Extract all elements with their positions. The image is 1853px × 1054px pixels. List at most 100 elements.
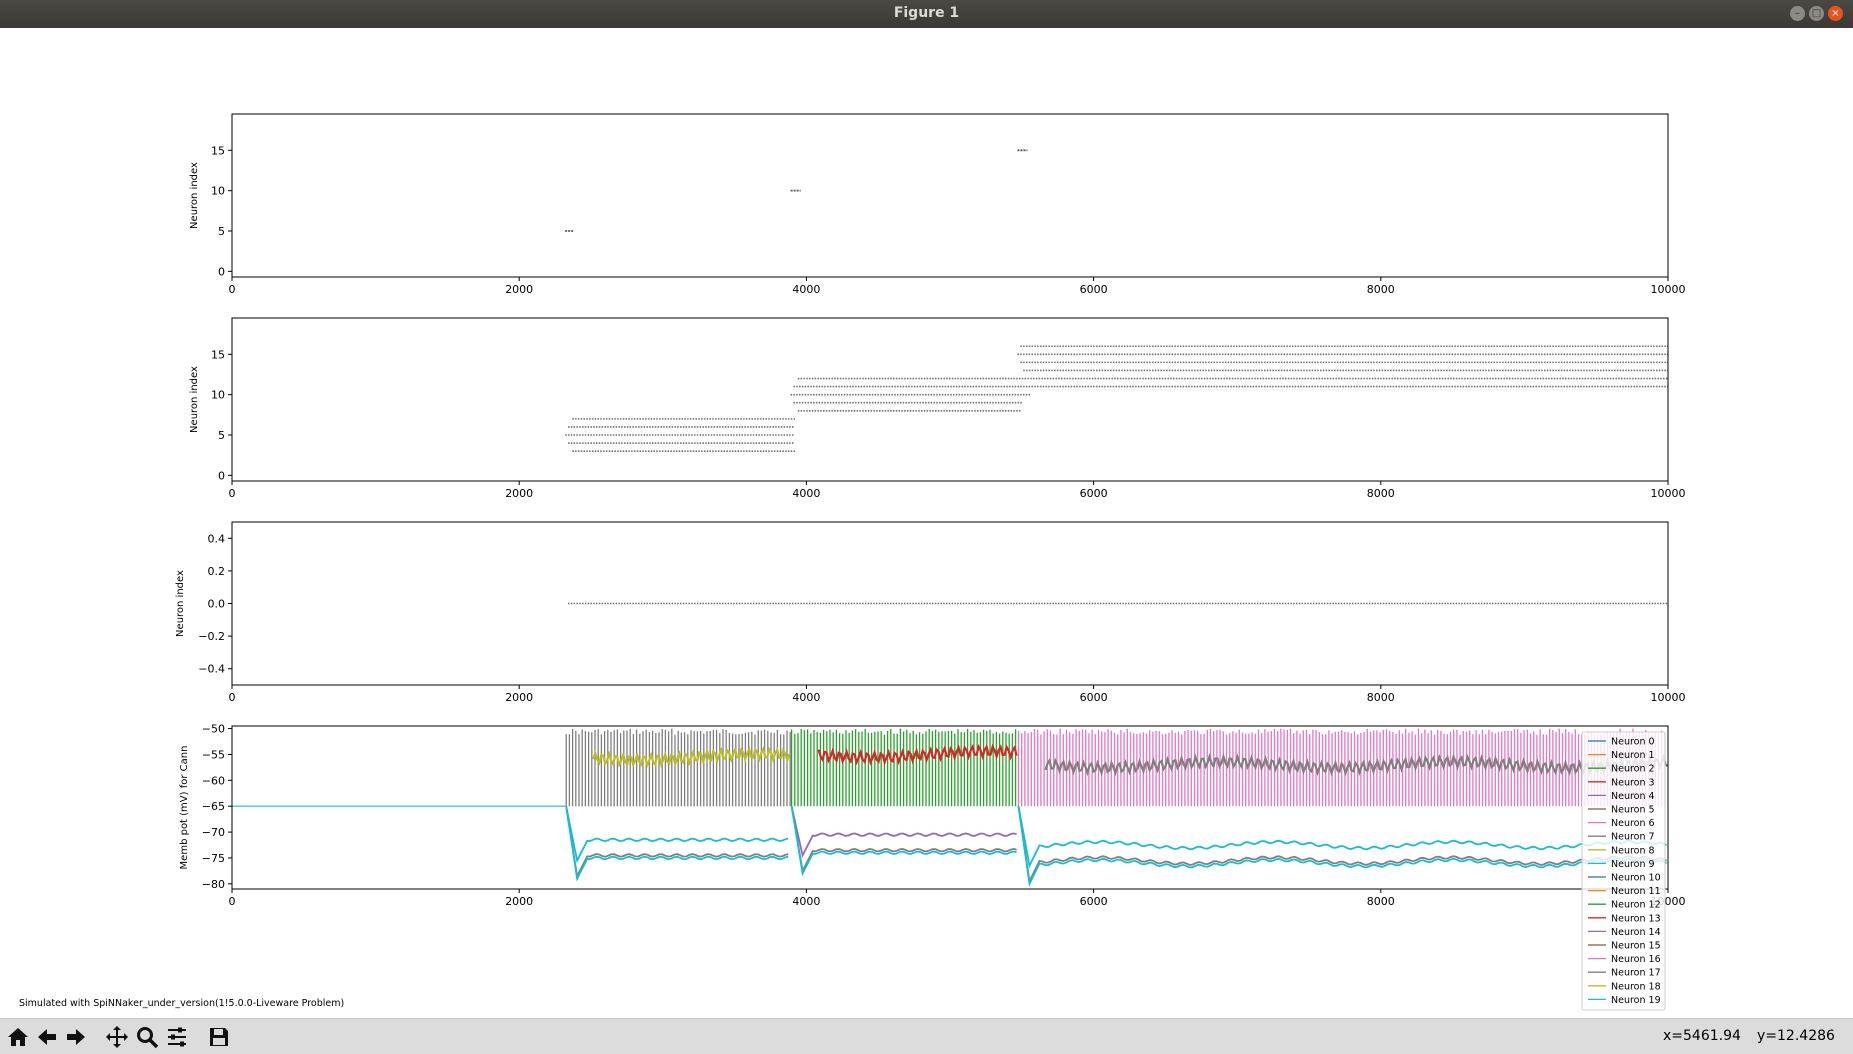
x-tick-label: 0	[229, 487, 236, 500]
spiking-traces-phase-3	[1017, 728, 1668, 887]
home-icon	[7, 1027, 28, 1046]
x-tick-label: 2000	[505, 487, 533, 500]
configure-subplots-button[interactable]	[163, 1023, 190, 1050]
y-tick-label: −65	[202, 800, 225, 813]
y-axis-label: Memb pot (mV) for Cann	[179, 746, 190, 870]
pan-icon	[105, 1025, 128, 1048]
x-tick-label: 4000	[792, 691, 820, 704]
y-tick-label: −75	[202, 852, 225, 865]
y-tick-label: 15	[211, 144, 225, 157]
legend-entry: Neuron 11	[1611, 886, 1661, 897]
back-button[interactable]	[33, 1023, 60, 1050]
inhibited-trace-3	[1017, 806, 1667, 887]
legend-entry: Neuron 10	[1611, 873, 1661, 884]
plot-area	[232, 728, 1668, 887]
x-tick-label: 10000	[1651, 283, 1686, 296]
figure-canvas[interactable]: 0 2000 4000 6000 8000 10000051015Neuron index…	[0, 28, 1853, 1018]
inhibited-trace-3	[565, 806, 789, 882]
legend-entry: Neuron 3	[1611, 777, 1655, 788]
axes-frame	[231, 317, 1669, 482]
y-tick-label: −80	[202, 878, 225, 891]
axes-frame	[231, 113, 1669, 278]
legend-entry: Neuron 2	[1611, 764, 1655, 775]
y-axis-label: Neuron index	[189, 162, 200, 229]
y-tick-label: −0.4	[198, 663, 225, 676]
inhibited-trace-2	[1017, 806, 1667, 885]
legend-entry: Neuron 14	[1611, 927, 1661, 938]
x-tick-label: 10000	[1651, 487, 1686, 500]
legend-entry: Neuron 5	[1611, 805, 1655, 816]
back-arrow-icon	[37, 1028, 56, 1045]
x-tick-label: 4000	[792, 487, 820, 500]
x-tick-label: 6000	[1080, 487, 1108, 500]
legend-entry: Neuron 8	[1611, 845, 1655, 856]
x-tick-label: 8000	[1367, 487, 1395, 500]
legend-entry: Neuron 18	[1611, 981, 1661, 992]
legend-entry: Neuron 1	[1611, 750, 1655, 761]
y-tick-label: 5	[218, 225, 225, 238]
y-tick-label: 15	[211, 348, 225, 361]
x-tick-label: 0	[229, 691, 236, 704]
pan-button[interactable]	[103, 1023, 130, 1050]
inhibited-trace-2	[790, 806, 1017, 874]
y-tick-label: 5	[218, 429, 225, 442]
y-tick-label: 0	[218, 265, 225, 278]
x-tick-label: 8000	[1367, 895, 1395, 908]
x-tick-label: 2000	[505, 895, 533, 908]
subplot-2: 0 2000 4000 6000 8000 10000 0 5 10 15 Neuron index	[189, 317, 1686, 500]
y-tick-label: 10	[211, 185, 225, 198]
legend-entry: Neuron 19	[1611, 995, 1661, 1006]
legend-entry: Neuron 17	[1611, 968, 1661, 979]
window-titlebar: Figure 1 – □ ×	[0, 0, 1853, 28]
minimize-button[interactable]: –	[1790, 6, 1805, 21]
x-tick-label: 10000	[1651, 691, 1686, 704]
x-tick-label: 6000	[1080, 895, 1108, 908]
spike-lines	[790, 728, 1017, 807]
home-button[interactable]	[4, 1023, 31, 1050]
inhibited-trace-3	[790, 806, 1017, 877]
spiking-traces-phase-2	[790, 728, 1018, 877]
save-button[interactable]	[205, 1023, 232, 1050]
x-tick-label: 4000	[792, 283, 820, 296]
spiking-traces-phase-1	[565, 728, 791, 882]
legend-entry: Neuron 7	[1611, 832, 1655, 843]
plot-area	[565, 345, 1668, 452]
y-tick-label: −0.2	[198, 630, 225, 643]
x-tick-label: 8000	[1367, 283, 1395, 296]
legend-entry: Neuron 4	[1611, 791, 1655, 802]
x-tick-label: 0	[229, 895, 236, 908]
legend-entry: Neuron 6	[1611, 818, 1655, 829]
legend-entry: Neuron 15	[1611, 941, 1661, 952]
footer-note: Simulated with SpiNNaker_under_version(1…	[19, 998, 345, 1009]
maximize-button[interactable]: □	[1809, 6, 1824, 21]
subplot-3: 0 2000 4000 6000 8000 10000 −0.4 −0.2 0.0 0.2 0.4 N…	[175, 521, 1686, 704]
subplot-4: 0 2000 4000 6000 8000 10000−50−55−60−65−70−75…	[179, 723, 1686, 1011]
y-tick-label: 10	[211, 389, 225, 402]
save-icon	[209, 1027, 228, 1046]
legend-entry: Neuron 13	[1611, 913, 1661, 924]
inhibited-trace-1	[565, 806, 789, 864]
y-axis-label: Neuron index	[189, 366, 200, 433]
x-tick-label: 2000	[505, 691, 533, 704]
y-tick-label: 0	[218, 469, 225, 482]
y-tick-label: −70	[202, 826, 225, 839]
x-tick-label: 4000	[792, 895, 820, 908]
y-tick-label: 0.4	[208, 532, 226, 545]
zoom-icon	[136, 1026, 158, 1048]
plot-area	[565, 149, 1028, 232]
legend-entry: Neuron 9	[1611, 859, 1655, 870]
legend-entry: Neuron 16	[1611, 954, 1661, 965]
y-tick-label: 0.2	[208, 565, 226, 578]
close-button[interactable]: ×	[1828, 6, 1843, 21]
window-title: Figure 1	[893, 5, 960, 21]
zoom-button[interactable]	[133, 1023, 160, 1050]
subplot-1: 0 2000 4000 6000 8000 10000 0 5 10 15 Neuron index	[189, 113, 1686, 296]
forward-button[interactable]	[62, 1023, 89, 1050]
x-tick-label: 6000	[1080, 691, 1108, 704]
x-tick-label: 8000	[1367, 691, 1395, 704]
y-coordinate-readout: y=12.4286	[1757, 1028, 1835, 1044]
inhibited-trace-2	[565, 806, 789, 879]
plateau-trace	[1044, 752, 1668, 777]
x-coordinate-readout: x=5461.94	[1663, 1028, 1741, 1044]
inhibited-trace-1	[790, 806, 1017, 859]
